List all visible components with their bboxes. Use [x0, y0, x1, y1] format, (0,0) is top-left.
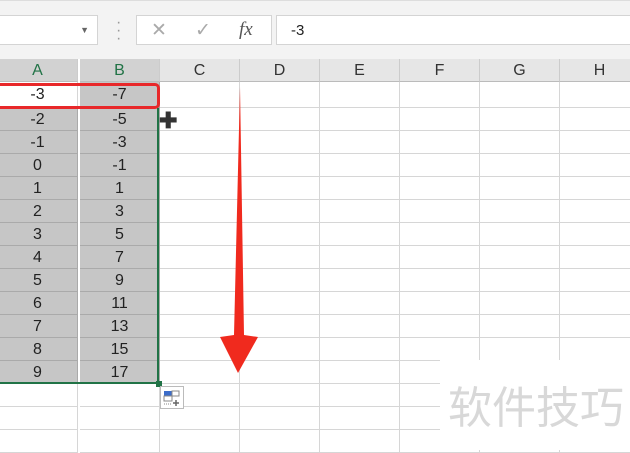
cell-F7[interactable] [400, 223, 480, 246]
cell-B14[interactable] [80, 384, 160, 407]
column-header-D[interactable]: D [240, 59, 320, 82]
cell-H10[interactable] [560, 292, 630, 315]
column-header-B[interactable]: B [80, 59, 160, 82]
cell-F4[interactable] [400, 154, 480, 177]
cell-F5[interactable] [400, 177, 480, 200]
cell-E12[interactable] [320, 338, 400, 361]
column-header-C[interactable]: C [160, 59, 240, 82]
cell-E15[interactable] [320, 407, 400, 430]
cell-C15[interactable] [160, 407, 240, 430]
cell-F10[interactable] [400, 292, 480, 315]
cell-G6[interactable] [480, 200, 560, 223]
cell-H1[interactable] [560, 82, 630, 108]
cell-H6[interactable] [560, 200, 630, 223]
cell-F2[interactable] [400, 108, 480, 131]
insert-function-button[interactable]: fx [239, 19, 253, 41]
cell-E10[interactable] [320, 292, 400, 315]
cell-H2[interactable] [560, 108, 630, 131]
cell-G11[interactable] [480, 315, 560, 338]
column-header-A[interactable]: A [0, 59, 78, 82]
cell-F8[interactable] [400, 246, 480, 269]
cell-E5[interactable] [320, 177, 400, 200]
cell-H4[interactable] [560, 154, 630, 177]
cell-A15[interactable] [0, 407, 78, 430]
selection-border [0, 108, 159, 384]
cell-E3[interactable] [320, 131, 400, 154]
cell-E2[interactable] [320, 108, 400, 131]
cell-H3[interactable] [560, 131, 630, 154]
cell-A14[interactable] [0, 384, 78, 407]
autofill-options-button[interactable] [160, 386, 184, 409]
cell-H9[interactable] [560, 269, 630, 292]
cell-H5[interactable] [560, 177, 630, 200]
drag-handle-icon[interactable]: · · · [116, 15, 121, 47]
name-box[interactable]: ▼ [0, 15, 98, 45]
cell-H11[interactable] [560, 315, 630, 338]
cell-E6[interactable] [320, 200, 400, 223]
formula-input[interactable]: -3 [276, 15, 630, 45]
cell-G4[interactable] [480, 154, 560, 177]
column-header-H[interactable]: H [560, 59, 630, 82]
cell-G7[interactable] [480, 223, 560, 246]
cell-E14[interactable] [320, 384, 400, 407]
cell-F3[interactable] [400, 131, 480, 154]
cell-D15[interactable] [240, 407, 320, 430]
formula-buttons: ✕ ✓ fx [136, 15, 272, 45]
cell-F11[interactable] [400, 315, 480, 338]
autofill-options-icon [163, 390, 180, 406]
cell-F12[interactable] [400, 338, 480, 361]
cell-G8[interactable] [480, 246, 560, 269]
cell-H8[interactable] [560, 246, 630, 269]
cell-G5[interactable] [480, 177, 560, 200]
cell-F1[interactable] [400, 82, 480, 108]
crosshair-cursor-icon: ✚ [159, 108, 178, 133]
cell-G9[interactable] [480, 269, 560, 292]
toolbar: ▼ · · · ✕ ✓ fx -3 [0, 0, 630, 59]
cell-G2[interactable] [480, 108, 560, 131]
enter-icon[interactable]: ✓ [195, 19, 211, 42]
cell-E8[interactable] [320, 246, 400, 269]
highlight-box [0, 83, 160, 109]
cell-D14[interactable] [240, 384, 320, 407]
cell-B15[interactable] [80, 407, 160, 430]
cell-F9[interactable] [400, 269, 480, 292]
cell-E1[interactable] [320, 82, 400, 108]
cell-E4[interactable] [320, 154, 400, 177]
cell-E13[interactable] [320, 361, 400, 384]
cell-G3[interactable] [480, 131, 560, 154]
watermark: 软件技巧 [440, 360, 630, 450]
cell-E7[interactable] [320, 223, 400, 246]
cell-H7[interactable] [560, 223, 630, 246]
cell-G1[interactable] [480, 82, 560, 108]
column-header-E[interactable]: E [320, 59, 400, 82]
cancel-icon[interactable]: ✕ [151, 19, 167, 42]
column-header-F[interactable]: F [400, 59, 480, 82]
cell-E11[interactable] [320, 315, 400, 338]
cell-H12[interactable] [560, 338, 630, 361]
cell-G10[interactable] [480, 292, 560, 315]
column-header-G[interactable]: G [480, 59, 560, 82]
down-arrow-icon [220, 87, 258, 373]
cell-G12[interactable] [480, 338, 560, 361]
cell-E9[interactable] [320, 269, 400, 292]
chevron-down-icon[interactable]: ▼ [80, 25, 89, 35]
cell-F6[interactable] [400, 200, 480, 223]
